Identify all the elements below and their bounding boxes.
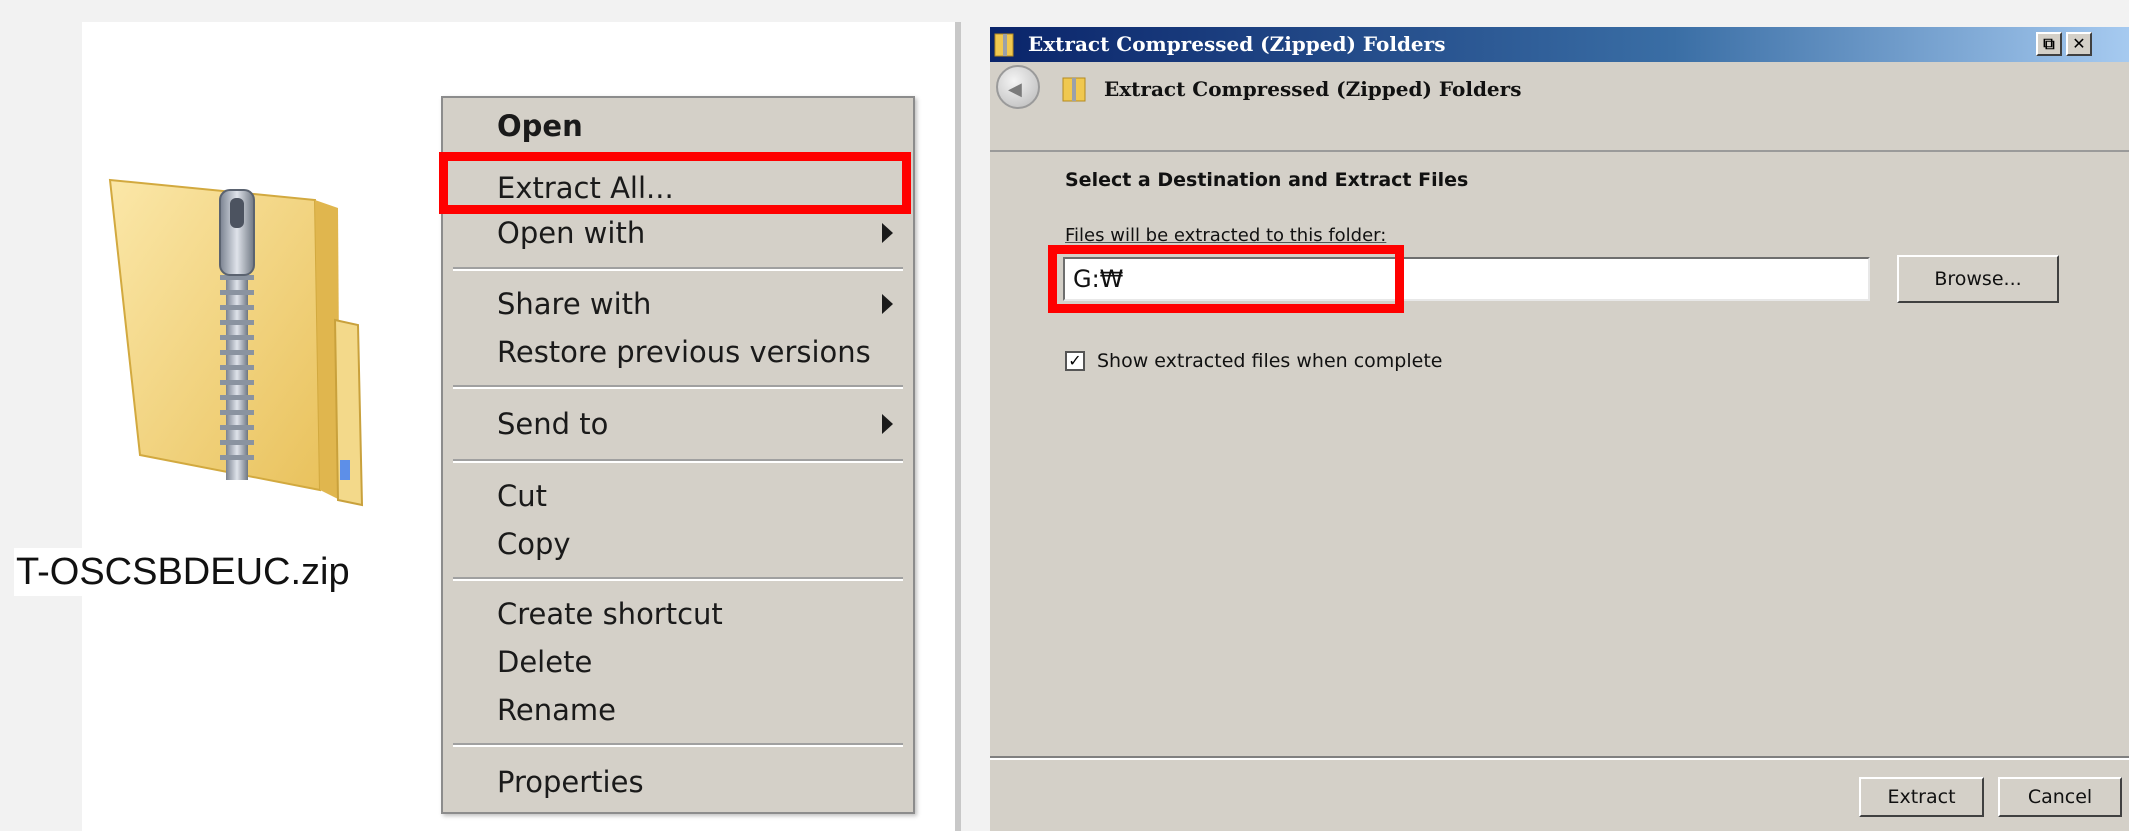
show-files-label[interactable]: Show extracted files when complete	[1097, 345, 1442, 377]
menu-separator	[453, 743, 903, 747]
menu-item-restore-previous-versions[interactable]: Restore previous versions	[497, 332, 871, 372]
dialog-window-title: Extract Compressed (Zipped) Folders	[1028, 32, 1446, 56]
zip-folder-icon	[1062, 77, 1086, 102]
menu-separator	[453, 267, 903, 271]
back-arrow-icon: ◀	[1008, 79, 1022, 100]
browse-button[interactable]: Browse...	[1897, 255, 2059, 303]
zip-folder-icon	[994, 33, 1014, 57]
highlight-box-extract-all	[439, 152, 911, 214]
show-files-checkbox[interactable]: ✓	[1065, 351, 1085, 371]
zipped-folder-icon[interactable]	[100, 170, 440, 520]
dialog-header-title: Extract Compressed (Zipped) Folders	[1104, 77, 1522, 101]
restore-button[interactable]: ⧉	[2036, 32, 2062, 56]
menu-item-open[interactable]: Open	[497, 106, 583, 146]
zip-file-name[interactable]: T-OSCSBDEUC.zip	[14, 548, 356, 596]
menu-separator	[453, 577, 903, 581]
panel-divider	[955, 22, 961, 831]
extract-dialog: Extract Compressed (Zipped) Folders ⧉ ✕ …	[990, 27, 2129, 831]
dialog-titlebar[interactable]: Extract Compressed (Zipped) Folders ⧉ ✕	[990, 27, 2129, 62]
close-button[interactable]: ✕	[2066, 32, 2092, 56]
extract-button[interactable]: Extract	[1859, 777, 1984, 817]
footer-separator	[990, 756, 2129, 760]
menu-item-open-with[interactable]: Open with	[497, 213, 645, 253]
menu-item-delete[interactable]: Delete	[497, 642, 592, 682]
menu-item-cut[interactable]: Cut	[497, 476, 547, 516]
highlight-box-destination-path	[1048, 245, 1404, 313]
submenu-arrow-icon	[882, 294, 893, 314]
submenu-arrow-icon	[882, 414, 893, 434]
menu-item-send-to[interactable]: Send to	[497, 404, 608, 444]
submenu-arrow-icon	[882, 223, 893, 243]
menu-separator	[453, 459, 903, 463]
back-button[interactable]: ◀	[996, 65, 1040, 109]
menu-separator	[453, 385, 903, 389]
menu-item-create-shortcut[interactable]: Create shortcut	[497, 594, 723, 634]
menu-item-rename[interactable]: Rename	[497, 690, 616, 730]
menu-item-properties[interactable]: Properties	[497, 762, 644, 802]
cancel-button[interactable]: Cancel	[1998, 777, 2122, 817]
menu-item-copy[interactable]: Copy	[497, 524, 571, 564]
section-heading: Select a Destination and Extract Files	[1065, 169, 1469, 191]
menu-item-share-with[interactable]: Share with	[497, 284, 651, 324]
